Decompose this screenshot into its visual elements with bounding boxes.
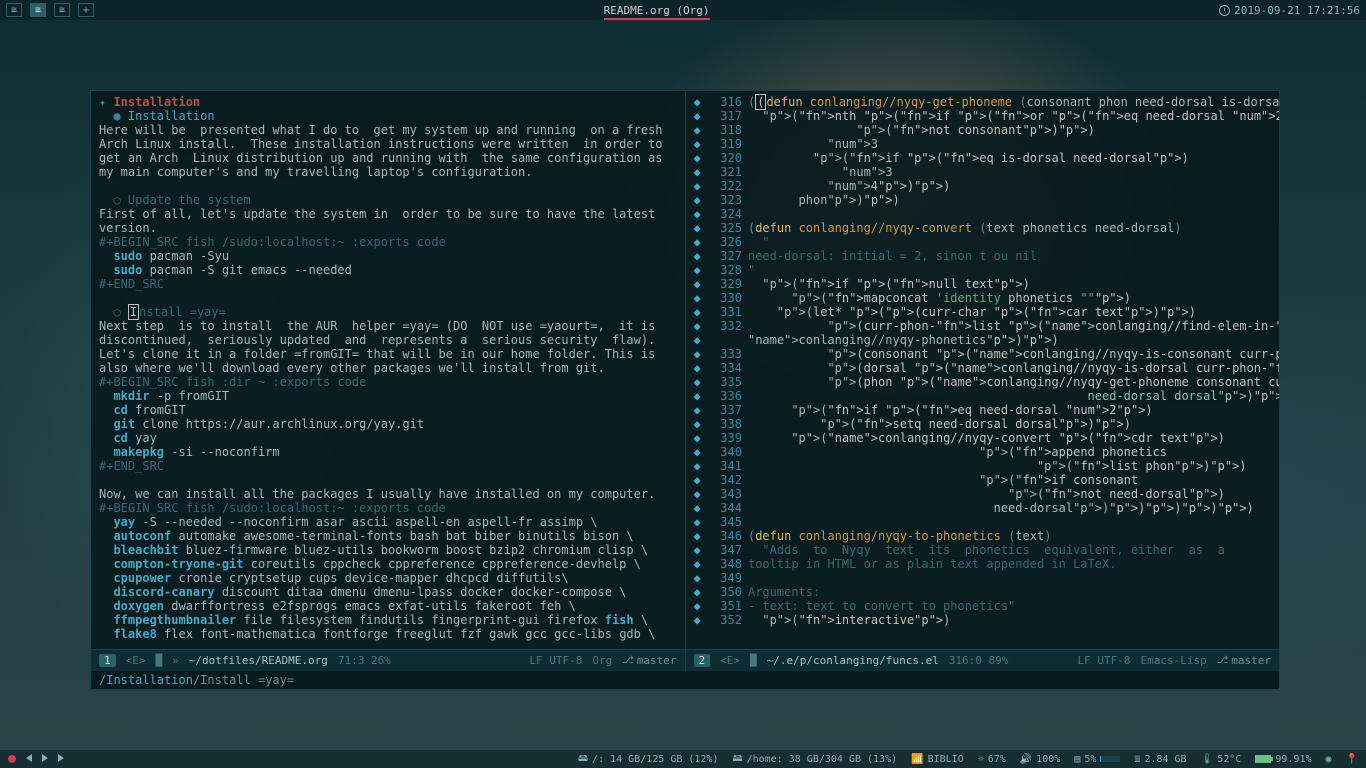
file-icon: █ <box>750 654 757 667</box>
prev-icon[interactable] <box>26 754 32 765</box>
temperature: 🌡52°C <box>1201 754 1242 765</box>
bottom-bar: 🖴/: 14 GB/125 GB (12%) 🖴/home: 38 GB/304… <box>0 750 1366 768</box>
modeline-left: 1 <E> █ » ~/dotfiles/README.org 71:3 26%… <box>91 650 686 671</box>
brightness[interactable]: ☼67% <box>978 754 1006 765</box>
clock-icon <box>1219 5 1230 16</box>
battery: 99.91% <box>1255 754 1311 765</box>
disk-root: 🖴/: 14 GB/125 GB (12%) <box>578 751 719 768</box>
volume[interactable]: 🔊100% <box>1020 754 1061 765</box>
location-icon[interactable]: 📍 <box>1346 754 1358 765</box>
disk-icon: 🖴 <box>732 751 742 768</box>
emacs-frame: ✦ Installation ● Installation Here will … <box>90 90 1280 690</box>
workspace-3[interactable]: ≡ <box>54 3 70 17</box>
media-controls <box>26 754 64 765</box>
ram-icon: ≣ <box>1134 754 1140 765</box>
cpu: ▤5% <box>1074 754 1120 765</box>
file-icon: █ <box>156 654 163 667</box>
top-bar: ≡ ≡ ≡ + README.org (Org) 2019-09-21 17:2… <box>0 0 1366 20</box>
next-icon[interactable] <box>58 754 64 765</box>
datetime: 2019-09-21 17:21:56 <box>1234 4 1360 17</box>
thermometer-icon: 🌡 <box>1201 754 1214 765</box>
window-title: README.org (Org) <box>604 4 710 20</box>
left-buffer[interactable]: ✦ Installation ● Installation Here will … <box>91 91 686 649</box>
workspace-2[interactable]: ≡ <box>30 3 46 17</box>
modeline-right: 2 <E> █ ~/.e/p/conlanging/funcs.el 316:0… <box>686 650 1280 671</box>
wifi-icon: 📶 <box>911 754 923 765</box>
ram: ≣2.84 GB <box>1134 754 1186 765</box>
cpu-icon: ▤ <box>1074 754 1080 765</box>
minibuffer[interactable]: /Installation/Install =yay= <box>91 671 1279 689</box>
disk-home: 🖴/home: 38 GB/304 GB (13%) <box>732 751 897 768</box>
git-branch-icon: ⎇ <box>1217 655 1229 666</box>
disk-icon: 🖴 <box>578 751 588 768</box>
play-icon[interactable] <box>42 754 48 765</box>
workspace-add[interactable]: + <box>78 3 94 17</box>
record-icon[interactable] <box>8 755 16 763</box>
modeline: 1 <E> █ » ~/dotfiles/README.org 71:3 26%… <box>91 649 1279 671</box>
workspace-1[interactable]: ≡ <box>6 3 22 17</box>
discord-icon[interactable]: ◉ <box>1326 754 1332 765</box>
volume-icon: 🔊 <box>1020 754 1032 765</box>
wifi-status[interactable]: 📶BIBLIO <box>911 754 964 765</box>
battery-icon <box>1255 755 1271 763</box>
right-buffer[interactable]: ◆ 316((defun conlanging//nyqy-get-phonem… <box>686 91 1280 649</box>
brightness-icon: ☼ <box>978 754 984 765</box>
git-branch-icon: ⎇ <box>622 655 634 666</box>
